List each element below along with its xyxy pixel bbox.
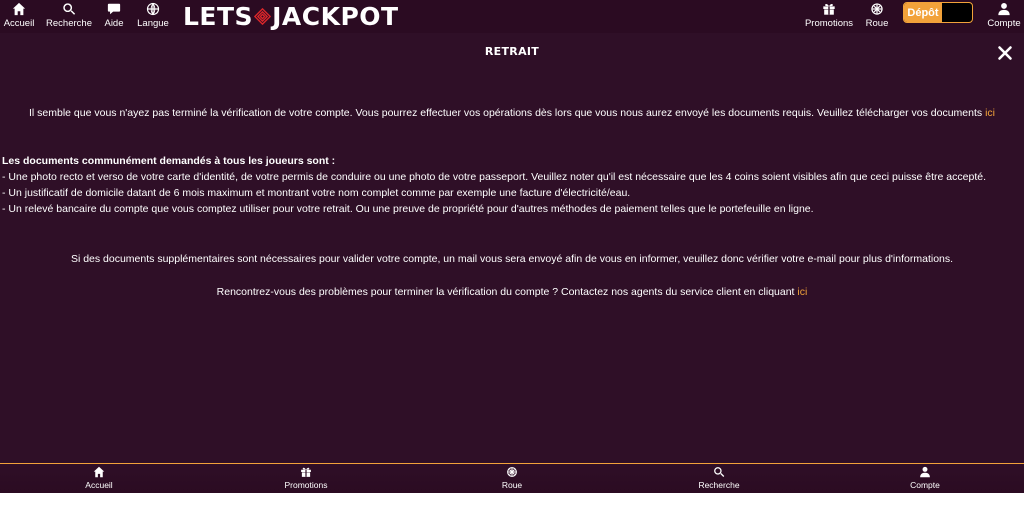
home-icon [12,2,26,16]
nav-help[interactable]: Aide [103,0,125,33]
nav-account[interactable]: Compte [987,0,1021,33]
documents-list: Les documents communément demandés à tou… [2,153,986,217]
search-icon [63,3,76,15]
nav-wheel[interactable]: Roue [864,0,890,33]
bottom-nav-bar: Accueil Promotions Roue Recherche Compte [0,463,1024,493]
bottom-nav-wheel[interactable]: Roue [409,464,615,493]
intro-text: Il semble que vous n'ayez pas terminé la… [28,107,986,119]
chat-icon [107,3,121,15]
withdrawal-panel: RETRAIT Il semble que vous n'ayez pas te… [0,33,1024,463]
nav-language[interactable]: Langue [137,0,169,33]
gift-icon [823,4,835,15]
bottom-nav-search[interactable]: Recherche [616,464,822,493]
list-item: - Un relevé bancaire du compte que vous … [2,203,814,215]
bottom-nav-home[interactable]: Accueil [0,464,202,493]
nav-home[interactable]: Accueil [4,0,34,33]
bottom-nav-search-label: Recherche [698,480,740,490]
nav-search-label: Recherche [46,18,92,29]
list-item: - Une photo recto et verso de votre cart… [2,171,986,183]
panel-title: RETRAIT [484,45,540,58]
home-icon [93,466,105,478]
globe-icon [146,2,160,16]
search-icon [714,467,725,477]
documents-heading: Les documents communément demandés à tou… [2,155,336,167]
user-icon [920,466,930,478]
upload-documents-link[interactable]: ici [985,107,995,119]
bottom-nav-wheel-label: Roue [501,480,523,490]
contact-support-link[interactable]: ici [797,286,807,298]
deposit-label: Dépôt [904,3,942,22]
logo-text-left: LETS [183,1,254,31]
top-nav-bar: Accueil Recherche Aide Langue LETS JACKP… [0,0,1024,33]
logo-text-right: JACKPOT [272,1,399,31]
bottom-nav-home-label: Accueil [85,480,113,490]
extra-documents-info: Si des documents supplémentaires sont né… [70,253,954,265]
nav-help-label: Aide [104,18,124,29]
gift-icon [301,467,311,477]
bottom-nav-promotions-label: Promotions [284,480,328,490]
logo-mark-icon [254,7,272,25]
nav-home-label: Accueil [3,18,35,29]
verification-intro: Il semble que vous n'ayez pas terminé la… [0,105,1024,121]
contact-support-text: Rencontrez-vous des problèmes pour termi… [0,284,1024,300]
close-icon[interactable] [997,45,1013,61]
wheel-icon [507,467,517,477]
wheel-icon [871,3,883,15]
bottom-nav-account-label: Compte [910,480,940,490]
nav-language-label: Langue [137,18,169,29]
bottom-nav-promotions[interactable]: Promotions [203,464,409,493]
user-icon [998,3,1010,16]
nav-wheel-label: Roue [865,18,889,29]
nav-account-label: Compte [987,18,1021,29]
contact-text: Rencontrez-vous des problèmes pour termi… [216,286,798,298]
nav-promotions-label: Promotions [804,18,854,29]
list-item: - Un justificatif de domicile datant de … [2,187,631,199]
deposit-button[interactable]: Dépôt [903,2,973,23]
bottom-nav-account[interactable]: Compte [822,464,1024,493]
site-logo[interactable]: LETS JACKPOT [183,1,399,31]
nav-search[interactable]: Recherche [46,0,92,33]
nav-promotions[interactable]: Promotions [805,0,853,33]
